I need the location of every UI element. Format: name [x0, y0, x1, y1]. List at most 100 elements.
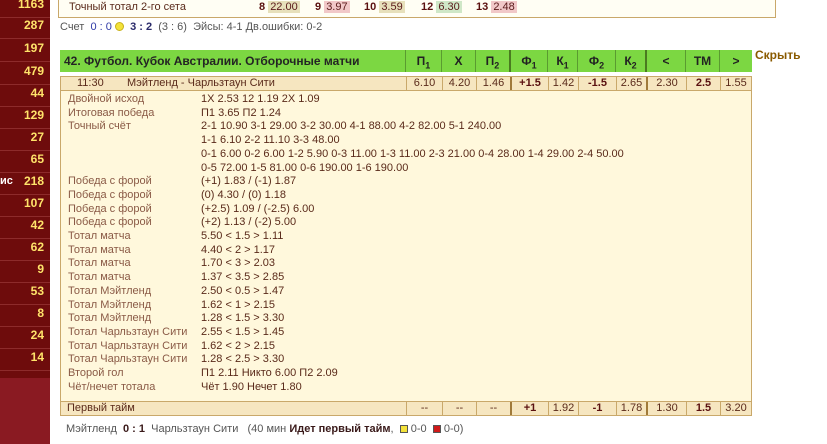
handicap-f2: -1.5	[578, 77, 616, 90]
market-label: Чёт/нечет тотала	[68, 380, 156, 393]
match-teams[interactable]: Мэйтленд - Чарльзтаун Сити	[127, 77, 275, 90]
market-odds[interactable]: 1.28 < 2.5 > 3.30	[201, 353, 284, 365]
sidebar-divider	[0, 282, 50, 283]
home-team: Мэйтленд	[66, 423, 117, 435]
market-odds[interactable]: (+1) 1.83 / (-1) 1.87	[201, 175, 296, 187]
sidebar-count[interactable]: 129	[0, 108, 44, 122]
col-total[interactable]: ТМ	[685, 50, 719, 72]
sidebar-count[interactable]: 1163	[0, 0, 44, 11]
col-k1[interactable]: К1	[547, 50, 577, 72]
sidebar-divider	[0, 238, 50, 239]
col-f2[interactable]: Ф2	[577, 50, 615, 72]
match-time: 11:30	[77, 77, 104, 89]
yellow-card-icon	[399, 425, 408, 433]
sidebar-count[interactable]: 479	[0, 64, 44, 78]
odds-p2[interactable]: 1.46	[476, 77, 510, 90]
fh-odds-x[interactable]: --	[442, 402, 476, 415]
market-odds[interactable]: 1.62 < 1 > 2.15	[201, 299, 275, 311]
fh-odds-k1[interactable]: 1.92	[548, 402, 578, 415]
sidebar-count[interactable]: 42	[0, 218, 44, 232]
market-label: Победа с форой	[68, 188, 152, 201]
odds-x[interactable]: 4.20	[442, 77, 476, 90]
sidebar-divider	[0, 370, 50, 371]
market-odds[interactable]: 1X 2.53 12 1.19 2X 1.09	[201, 93, 320, 105]
market-label: Тотал Чарльзтаун Сити	[68, 353, 188, 366]
exact-total-2nd-set-row: Точный тотал 2-го сета 8 22.00 9 3.97 10…	[58, 0, 776, 18]
sidebar-divider	[0, 326, 50, 327]
market-odds[interactable]: 1.70 < 3 > 2.03	[201, 257, 275, 269]
sidebar-divider	[0, 106, 50, 107]
odds-item[interactable]: 13 2.48	[476, 1, 517, 13]
odds-item[interactable]: 8 22.00	[259, 1, 300, 13]
col-p2[interactable]: П2	[475, 50, 509, 72]
sidebar-count[interactable]: 9	[0, 262, 44, 276]
league-title: 42. Футбол. Кубок Австралии. Отборочные …	[64, 54, 360, 68]
market-label: Тотал Мэйтленд	[68, 284, 152, 297]
away-team: Чарльзтаун Сити	[151, 423, 239, 435]
fh-odds-p2[interactable]: --	[476, 402, 510, 415]
col-p1[interactable]: П1	[405, 50, 441, 72]
odds-over[interactable]: 1.55	[720, 77, 751, 90]
market-odds[interactable]: П1 2.11 Никто 6.00 П2 2.09	[201, 367, 338, 379]
market-odds[interactable]: 2-1 10.90 3-1 29.00 3-2 30.00 4-1 88.00 …	[201, 120, 501, 132]
market-odds[interactable]: (0) 4.30 / (0) 1.18	[201, 189, 286, 201]
market-label: Победа с форой	[68, 202, 152, 215]
market-odds[interactable]: 1.62 < 2 > 2.15	[201, 340, 275, 352]
first-half-row[interactable]: Первый тайм -- -- -- +1 1.92 -1 1.78 1.3…	[60, 401, 752, 416]
market-odds[interactable]: 1.28 < 1.5 > 3.30	[201, 312, 284, 324]
col-x[interactable]: Х	[441, 50, 475, 72]
market-label: Тотал матча	[68, 243, 131, 256]
market-odds[interactable]: 1-1 6.10 2-2 11.10 3-3 48.00	[201, 134, 340, 146]
col-under[interactable]: <	[645, 50, 685, 72]
market-odds[interactable]: 1.37 < 3.5 > 2.85	[201, 271, 284, 283]
market-odds[interactable]: 0-5 72.00 1-5 81.00 0-6 190.00 1-6 190.0…	[201, 162, 408, 174]
sidebar-count[interactable]: 107	[0, 196, 44, 210]
odds-p1[interactable]: 6.10	[406, 77, 442, 90]
market-odds[interactable]: (+2) 1.13 / (-2) 5.00	[201, 216, 296, 228]
hide-link[interactable]: Скрыть	[755, 48, 801, 62]
market-label: Победа с форой	[68, 216, 152, 229]
sidebar-divider	[0, 194, 50, 195]
sidebar-count[interactable]: 197	[0, 41, 44, 55]
market-odds[interactable]: 0-1 6.00 0-2 6.00 1-2 5.90 0-3 11.00 1-3…	[201, 148, 624, 160]
sidebar-count[interactable]: 8	[0, 306, 44, 320]
market-odds[interactable]: (+2.5) 1.09 / (-2.5) 6.00	[201, 203, 314, 215]
sidebar-count[interactable]: 53	[0, 284, 44, 298]
odds-k2[interactable]: 2.65	[616, 77, 646, 90]
sidebar-divider	[0, 128, 50, 129]
odds-item[interactable]: 12 6.30	[421, 1, 462, 13]
sidebar-divider	[0, 150, 50, 151]
fh-odds-over[interactable]: 3.20	[720, 402, 751, 415]
sidebar-count[interactable]: 44	[0, 86, 44, 100]
sidebar-divider	[0, 38, 50, 39]
market-label: Точный счёт	[68, 120, 131, 133]
col-f1[interactable]: Ф1	[509, 50, 547, 72]
sidebar-count[interactable]: 14	[0, 350, 44, 364]
odds-item[interactable]: 10 3.59	[364, 1, 405, 13]
market-label: Тотал матча	[68, 257, 131, 270]
sidebar-count[interactable]: 27	[0, 130, 44, 144]
match-row[interactable]: 11:30 Мэйтленд - Чарльзтаун Сити 6.10 4.…	[60, 76, 752, 91]
market-odds[interactable]: 4.40 < 2 > 1.17	[201, 244, 275, 256]
serve-indicator-icon	[114, 22, 124, 31]
fh-odds-k2[interactable]: 1.78	[616, 402, 646, 415]
market-odds[interactable]: 2.55 < 1.5 > 1.45	[201, 326, 284, 338]
sidebar-count[interactable]: 62	[0, 240, 44, 254]
sidebar-count[interactable]: 24	[0, 328, 44, 342]
odds-under[interactable]: 2.30	[646, 77, 686, 90]
odds-item[interactable]: 9 3.97	[315, 1, 350, 13]
sidebar-divider	[0, 304, 50, 305]
col-k2[interactable]: К2	[615, 50, 645, 72]
market-odds[interactable]: 2.50 < 0.5 > 1.47	[201, 285, 284, 297]
fh-odds-under[interactable]: 1.30	[646, 402, 686, 415]
col-over[interactable]: >	[719, 50, 752, 72]
match-status: Идет первый тайм	[289, 423, 391, 435]
market-odds[interactable]: 5.50 < 1.5 > 1.11	[201, 230, 283, 242]
fh-odds-p1[interactable]: --	[406, 402, 442, 415]
market-odds[interactable]: П1 3.65 П2 1.24	[201, 107, 281, 119]
market-odds[interactable]: Чёт 1.90 Нечет 1.80	[201, 381, 302, 393]
market-label: Итоговая победа	[68, 106, 155, 119]
sidebar-count[interactable]: 65	[0, 152, 44, 166]
sidebar-count[interactable]: 287	[0, 18, 44, 32]
odds-k1[interactable]: 1.42	[548, 77, 578, 90]
